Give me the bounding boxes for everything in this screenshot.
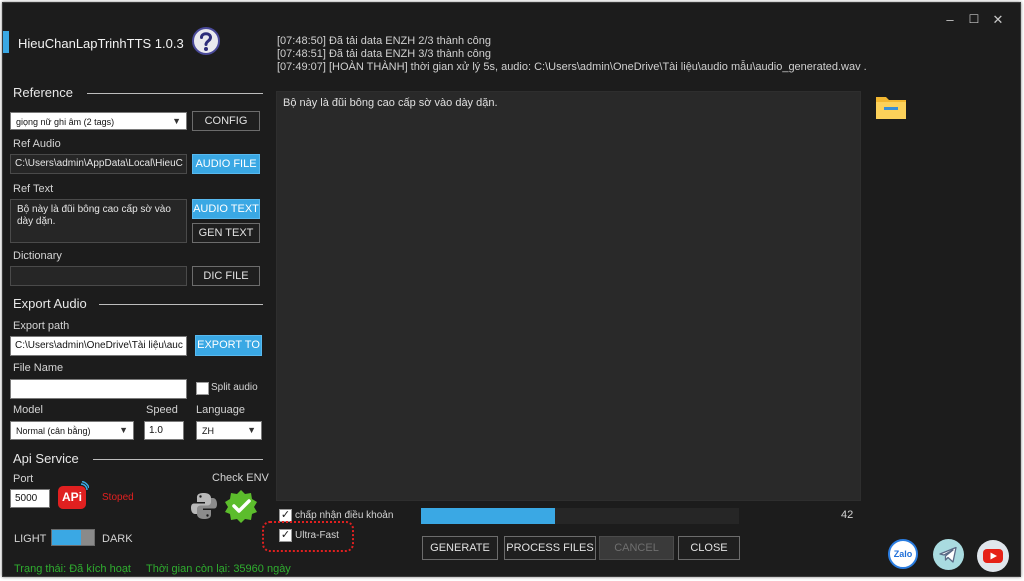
language-select[interactable]: ZH ▼ bbox=[196, 421, 262, 440]
editor-text: Bộ này là đũi bông cao cấp sờ vào dày dặ… bbox=[283, 97, 498, 109]
file-name-input[interactable] bbox=[10, 379, 187, 399]
api-section-title: Api Service bbox=[13, 451, 79, 466]
theme-toggle[interactable] bbox=[51, 529, 95, 546]
accept-terms-label: chấp nhận điều khoản bbox=[295, 510, 394, 521]
voice-select-value: giọng nữ ghi âm (2 tags) bbox=[16, 117, 115, 127]
open-folder-button[interactable] bbox=[875, 93, 907, 121]
export-path-input[interactable]: C:\Users\admin\OneDrive\Tài liệu\auc bbox=[10, 336, 187, 356]
dictionary-input[interactable] bbox=[10, 266, 187, 286]
model-label: Model bbox=[13, 404, 43, 416]
file-name-label: File Name bbox=[13, 362, 64, 374]
voice-select[interactable]: giọng nữ ghi âm (2 tags) ▼ bbox=[10, 112, 187, 130]
ref-audio-path-input[interactable]: C:\Users\admin\AppData\Local\HieuC bbox=[10, 154, 187, 174]
zalo-button[interactable]: Zalo bbox=[888, 539, 918, 569]
log-panel: [07:48:50] Đã tải data ENZH 2/3 thành cô… bbox=[277, 35, 897, 81]
export-path-label: Export path bbox=[13, 320, 70, 332]
time-remaining: Thời gian còn lại: 35960 ngày bbox=[146, 563, 291, 575]
text-editor[interactable]: Bộ này là đũi bông cao cấp sờ vào dày dặ… bbox=[276, 91, 861, 501]
telegram-button[interactable] bbox=[933, 539, 964, 570]
speed-input[interactable]: 1.0 bbox=[144, 421, 184, 440]
ultra-fast-label: Ultra-Fast bbox=[295, 530, 339, 541]
export-to-button[interactable]: EXPORT TO bbox=[195, 335, 262, 356]
log-line: [07:48:50] Đã tải data ENZH 2/3 thành cô… bbox=[277, 35, 492, 47]
process-files-button[interactable]: PROCESS FILES bbox=[504, 536, 596, 560]
log-line: [07:49:07] [HOÀN THÀNH] thời gian xử lý … bbox=[277, 61, 867, 73]
help-button[interactable] bbox=[191, 26, 221, 56]
maximize-button[interactable]: ☐ bbox=[964, 12, 984, 26]
reference-divider bbox=[87, 93, 263, 94]
generate-button[interactable]: GENERATE bbox=[422, 536, 498, 560]
light-theme-label: LIGHT bbox=[14, 533, 47, 545]
export-divider bbox=[99, 304, 263, 305]
python-button[interactable] bbox=[189, 491, 219, 521]
split-audio-checkbox[interactable] bbox=[196, 382, 209, 395]
audio-file-button[interactable]: AUDIO FILE bbox=[192, 154, 260, 174]
app-title: HieuChanLapTrinhTTS 1.0.3 bbox=[18, 36, 184, 51]
verified-check-icon bbox=[225, 490, 257, 523]
ref-text-label: Ref Text bbox=[13, 183, 54, 195]
ref-audio-label: Ref Audio bbox=[13, 138, 61, 150]
reference-section-title: Reference bbox=[13, 85, 73, 100]
progress-fill bbox=[421, 508, 555, 524]
youtube-icon bbox=[983, 549, 1003, 563]
activation-status: Trạng thái: Đã kích hoạt bbox=[14, 563, 131, 575]
main-window: HieuChanLapTrinhTTS 1.0.3 – ☐ ✕ [07:48:5… bbox=[2, 2, 1021, 577]
title-accent-bar bbox=[3, 31, 9, 53]
dic-file-button[interactable]: DIC FILE bbox=[192, 266, 260, 286]
api-toggle-button[interactable]: APi bbox=[57, 480, 90, 511]
speed-label: Speed bbox=[146, 404, 178, 416]
api-divider bbox=[93, 459, 263, 460]
cancel-button[interactable]: CANCEL bbox=[599, 536, 674, 560]
minimize-button[interactable]: – bbox=[940, 12, 960, 27]
api-status-text: Stoped bbox=[102, 492, 134, 503]
ref-text-input[interactable]: Bộ này là đũi bông cao cấp sờ vào dày dặ… bbox=[10, 199, 187, 243]
chevron-down-icon: ▼ bbox=[172, 116, 181, 126]
model-select[interactable]: Normal (cân bằng) ▼ bbox=[10, 421, 134, 440]
dictionary-label: Dictionary bbox=[13, 250, 62, 262]
question-mark-icon bbox=[192, 27, 220, 55]
audio-text-button[interactable]: AUDIO TEXT bbox=[192, 199, 260, 219]
ultra-fast-checkbox[interactable]: ✓ bbox=[279, 529, 292, 542]
language-label: Language bbox=[196, 404, 245, 416]
python-icon bbox=[191, 493, 217, 519]
zalo-label: Zalo bbox=[893, 549, 913, 559]
split-audio-label: Split audio bbox=[211, 382, 258, 393]
close-window-button[interactable]: ✕ bbox=[988, 12, 1008, 28]
telegram-icon bbox=[939, 546, 957, 563]
config-button[interactable]: CONFIG bbox=[192, 111, 260, 131]
youtube-button[interactable] bbox=[977, 540, 1009, 572]
port-label: Port bbox=[13, 473, 34, 485]
env-ok-badge bbox=[224, 489, 258, 523]
language-select-value: ZH bbox=[202, 426, 214, 436]
port-input[interactable]: 5000 bbox=[10, 489, 50, 508]
folder-icon bbox=[876, 97, 906, 119]
close-button[interactable]: CLOSE bbox=[678, 536, 740, 560]
theme-toggle-knob bbox=[81, 530, 94, 545]
check-env-label: Check ENV bbox=[212, 472, 269, 484]
export-section-title: Export Audio bbox=[13, 296, 87, 311]
progress-value: 42 bbox=[841, 509, 854, 521]
gen-text-button[interactable]: GEN TEXT bbox=[192, 223, 260, 243]
model-select-value: Normal (cân bằng) bbox=[16, 426, 91, 436]
chevron-down-icon: ▼ bbox=[119, 425, 128, 435]
progress-bar bbox=[421, 508, 739, 524]
dark-theme-label: DARK bbox=[102, 533, 133, 545]
log-line: [07:48:51] Đã tải data ENZH 3/3 thành cô… bbox=[277, 48, 492, 60]
chevron-down-icon: ▼ bbox=[247, 425, 256, 435]
api-badge-text: APi bbox=[61, 490, 82, 504]
